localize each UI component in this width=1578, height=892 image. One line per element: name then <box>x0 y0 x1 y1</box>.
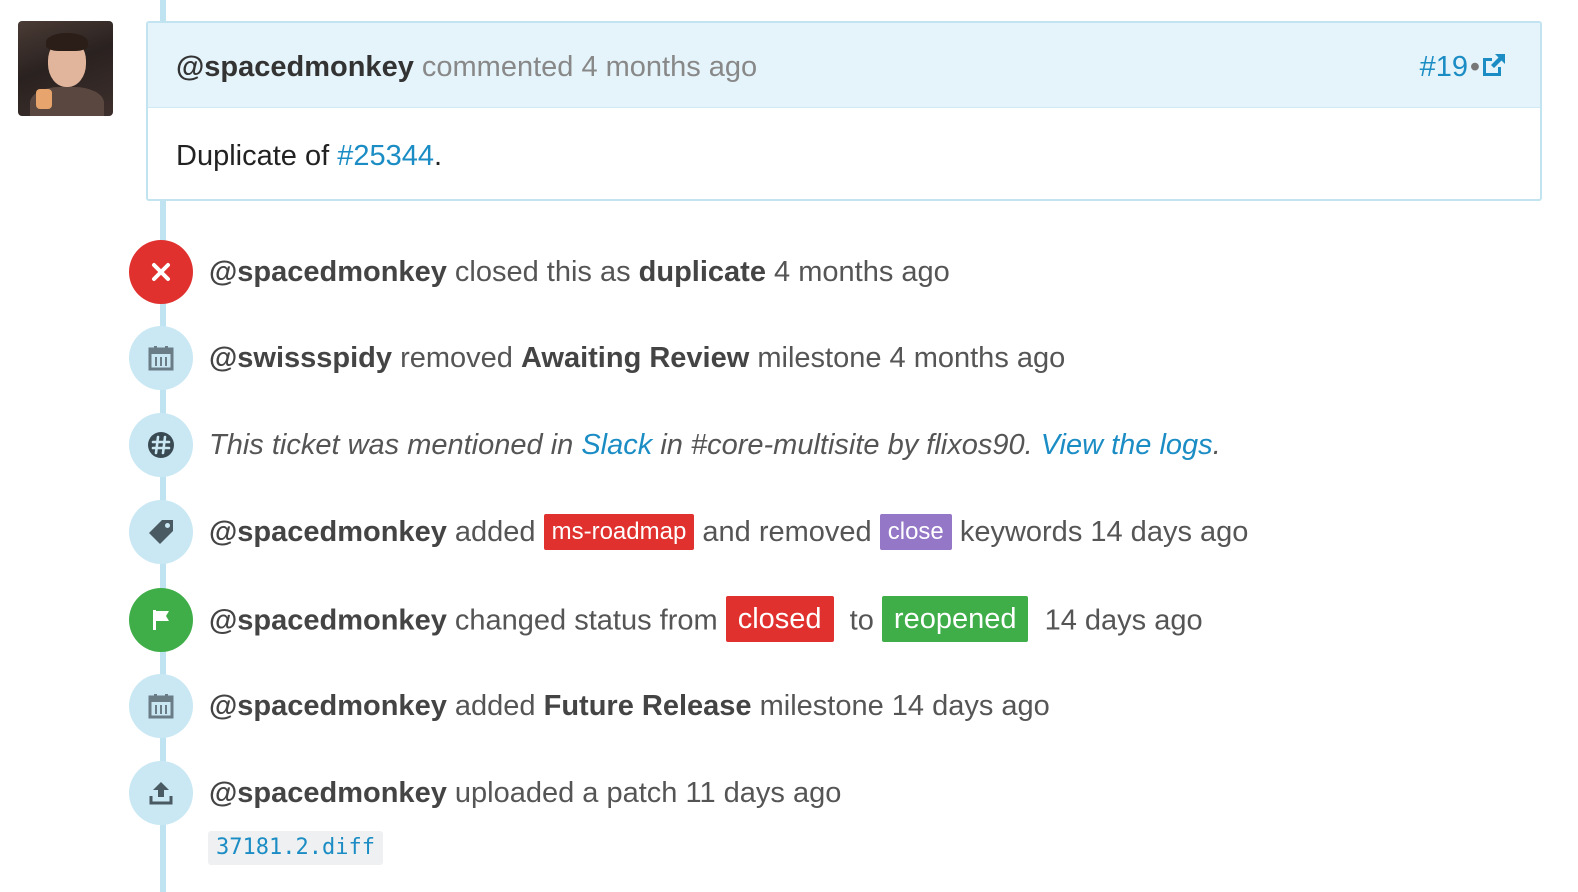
event-resolution: duplicate <box>638 256 766 288</box>
event-user[interactable]: @spacedmonkey <box>209 516 447 548</box>
event-text-part: to <box>849 604 874 637</box>
event-icon-circle <box>129 500 193 564</box>
event-icon-circle <box>129 413 193 477</box>
timeline-event-slack-mention: This ticket was mentioned in Slack in #c… <box>129 413 1529 477</box>
timeline-event-milestone-added: @spacedmonkey added Future Release miles… <box>129 674 1529 738</box>
timeline-event-patch-upload: @spacedmonkey uploaded a patch 11 days a… <box>129 761 1529 825</box>
event-user[interactable]: @swissspidy <box>209 342 392 374</box>
comment-meta: @spacedmonkey commented 4 months ago <box>176 51 757 83</box>
event-time: 4 months ago <box>774 256 950 288</box>
event-user[interactable]: @spacedmonkey <box>209 256 447 288</box>
comment-author[interactable]: @spacedmonkey <box>176 51 414 83</box>
keyword-tag-added: ms-roadmap <box>543 514 695 550</box>
event-text-part: added <box>454 516 536 548</box>
event-icon-circle <box>129 674 193 738</box>
event-text: @spacedmonkey added ms-roadmap and remov… <box>209 514 1248 550</box>
calendar-icon <box>148 346 174 371</box>
event-icon-circle <box>129 588 193 652</box>
event-text: @spacedmonkey uploaded a patch 11 days a… <box>209 775 841 811</box>
event-text-part: closed this as <box>454 256 631 288</box>
event-milestone: Future Release <box>543 690 752 722</box>
event-icon-circle <box>129 761 193 825</box>
comment-separator: • <box>1469 51 1480 83</box>
event-user[interactable]: @spacedmonkey <box>209 777 447 809</box>
event-icon-circle <box>129 326 193 390</box>
duplicate-ticket-link[interactable]: #25344 <box>337 140 434 172</box>
event-user[interactable]: @spacedmonkey <box>209 605 447 637</box>
timeline-event-milestone-removed: @swissspidy removed Awaiting Review mile… <box>129 326 1529 390</box>
close-icon <box>152 263 170 281</box>
event-time: 14 days ago <box>1044 604 1203 637</box>
event-text-part: added <box>454 690 536 722</box>
event-text: @spacedmonkey added Future Release miles… <box>209 688 1050 724</box>
event-user[interactable]: @spacedmonkey <box>209 690 447 722</box>
avatar[interactable] <box>18 21 113 116</box>
comment-body-prefix: Duplicate of <box>176 140 330 172</box>
event-time: milestone 14 days ago <box>759 690 1050 722</box>
comment-header: @spacedmonkey commented 4 months ago #19… <box>148 23 1540 108</box>
tag-icon <box>149 520 173 544</box>
event-text-part: and removed <box>702 516 872 548</box>
event-text-part: uploaded a patch 11 days ago <box>454 777 842 809</box>
patch-file-link[interactable]: 37181.2.diff <box>208 831 383 865</box>
comment-body: Duplicate of #25344. <box>176 139 442 173</box>
avatar-hair-shape <box>46 33 88 51</box>
avatar-drink-shape <box>36 89 52 109</box>
status-badge-old: closed <box>725 596 834 642</box>
timeline-event-keywords: @spacedmonkey added ms-roadmap and remov… <box>129 500 1529 564</box>
event-text: @spacedmonkey changed status from closed… <box>209 596 1203 642</box>
comment-action: commented 4 months ago <box>421 51 758 83</box>
event-icon-circle <box>129 240 193 304</box>
comment-box: @spacedmonkey commented 4 months ago #19… <box>146 21 1542 201</box>
view-logs-link[interactable]: View the logs <box>1041 429 1213 461</box>
event-text-part: This ticket was mentioned in <box>209 429 574 461</box>
status-badge-new: reopened <box>881 596 1029 642</box>
keyword-tag-removed: close <box>879 514 952 550</box>
calendar-icon <box>148 694 174 719</box>
event-milestone: Awaiting Review <box>520 342 750 374</box>
timeline-event-status-change: @spacedmonkey changed status from closed… <box>129 588 1529 652</box>
comment-body-suffix: . <box>434 140 443 172</box>
event-time: milestone 4 months ago <box>757 342 1066 374</box>
flag-icon <box>153 610 169 630</box>
event-text: @spacedmonkey closed this as duplicate 4… <box>209 254 950 290</box>
event-text-part: . <box>1212 429 1221 461</box>
slack-icon <box>148 432 174 458</box>
event-text-part: removed <box>400 342 513 374</box>
event-text: @swissspidy removed Awaiting Review mile… <box>209 340 1065 376</box>
event-text-part: changed status from <box>454 604 718 637</box>
upload-icon <box>149 782 173 805</box>
event-time: keywords 14 days ago <box>959 516 1249 548</box>
event-text-part: in #core-multisite by flixos90. <box>660 429 1033 461</box>
comment-number-link[interactable]: #19 <box>1420 51 1468 83</box>
event-text: This ticket was mentioned in Slack in #c… <box>209 427 1221 463</box>
external-link-icon[interactable] <box>1480 51 1508 79</box>
slack-link[interactable]: Slack <box>581 429 652 461</box>
timeline-event-closed: @spacedmonkey closed this as duplicate 4… <box>129 240 1529 304</box>
